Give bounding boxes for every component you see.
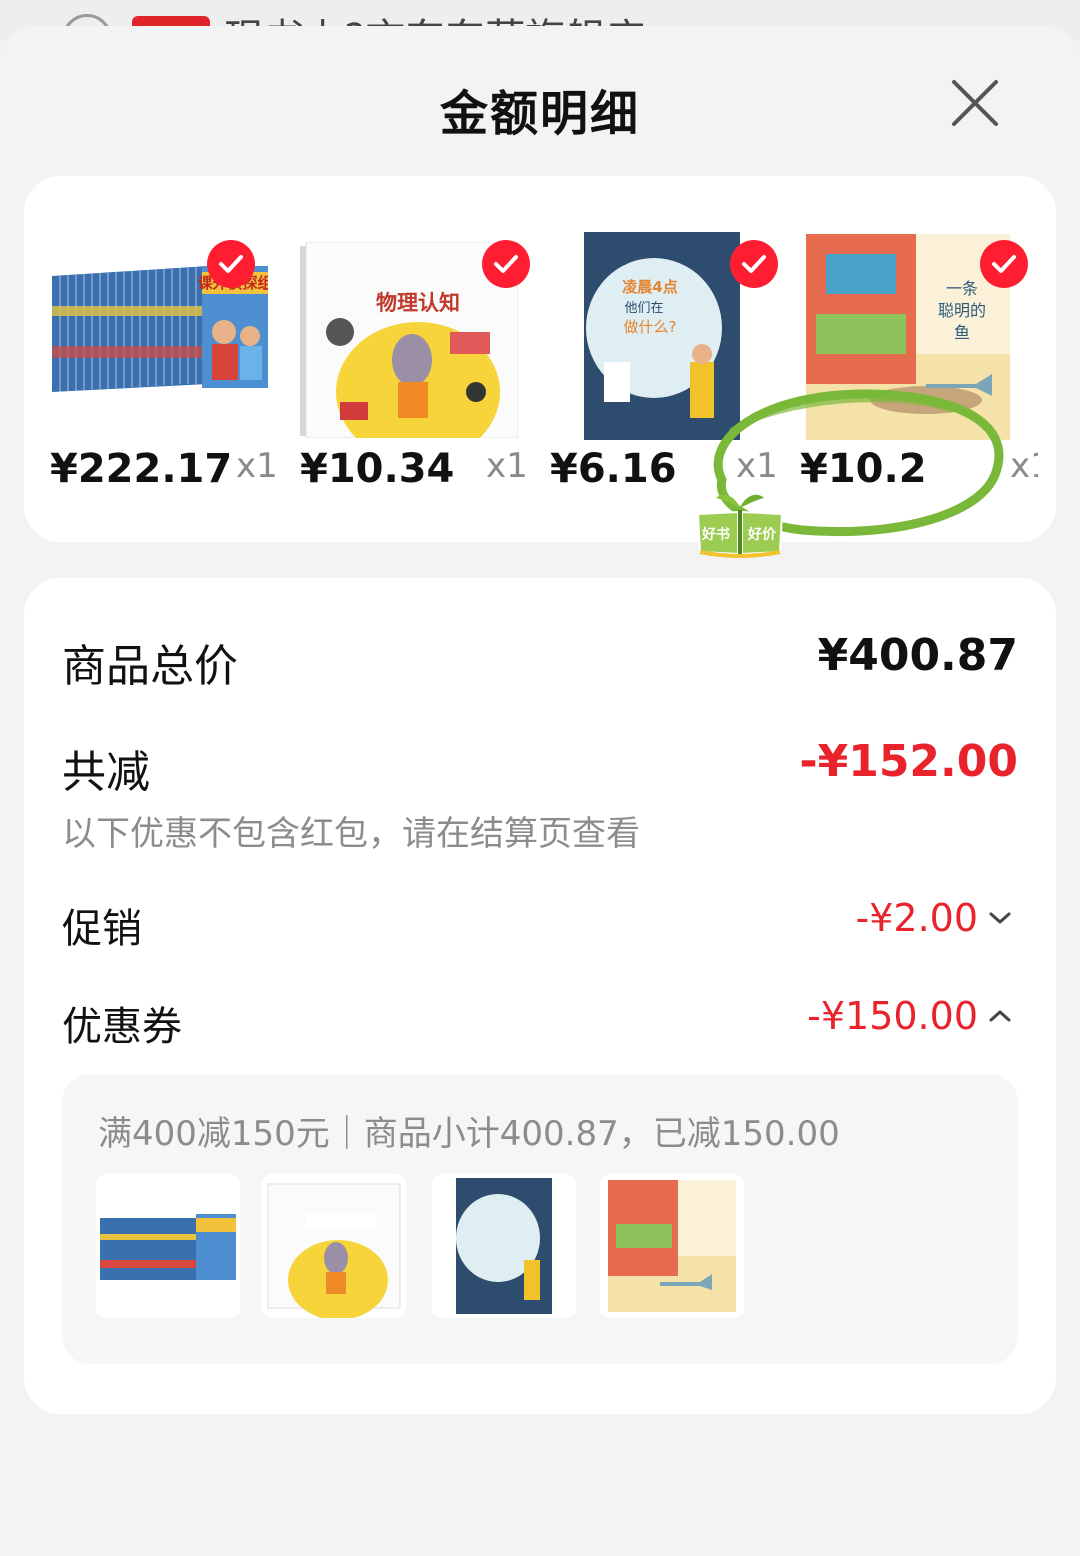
product-price: ¥10.34	[300, 446, 455, 492]
product-image: 课外侦探组	[52, 266, 268, 392]
total-discount-label: 共减	[62, 747, 150, 798]
svg-text:凌晨4点: 凌晨4点	[622, 278, 677, 296]
amount-detail-sheet: 金额明细 ¥222.17 x1 物理认知 ¥10.34 x1 凌晨4点 他们在 …	[0, 26, 1080, 1556]
product-quantity: x1	[236, 446, 278, 486]
chevron-up-icon	[989, 1010, 1011, 1022]
promotion-value: -¥2.00	[855, 896, 979, 940]
coupon-detail-panel: 满400减150元｜商品小计400.87，已减150.00	[62, 1074, 1018, 1364]
total-price-label: 商品总价	[62, 641, 238, 692]
promotion-row-toggle[interactable]: -¥2.00	[856, 896, 1013, 940]
svg-text:做什么?: 做什么?	[624, 318, 677, 336]
watermark-right-text: 好价	[748, 527, 776, 543]
svg-text:鱼: 鱼	[954, 323, 970, 342]
total-price-value: ¥400.87	[817, 630, 1018, 681]
book-sprout-icon	[696, 494, 784, 558]
discount-note: 以下优惠不包含红包，请在结算页查看	[62, 814, 640, 854]
coupon-product-thumbnail[interactable]	[262, 1174, 406, 1318]
selected-check-icon[interactable]	[980, 240, 1028, 288]
watermark-book-logo: 好书 好价	[694, 486, 786, 558]
selected-check-icon[interactable]	[730, 240, 778, 288]
svg-text:一条: 一条	[946, 279, 978, 298]
product-list-card: 课外侦探组 ¥222.17 x1 物理认知	[24, 176, 1056, 558]
svg-text:他们在: 他们在	[624, 301, 663, 316]
total-discount-value: -¥152.00	[799, 736, 1018, 787]
coupon-product-thumbnail[interactable]	[600, 1174, 744, 1318]
coupon-product-thumbnail[interactable]	[96, 1174, 240, 1318]
coupon-product-thumbnail[interactable]	[432, 1174, 576, 1318]
product-quantity: x1	[486, 446, 528, 486]
svg-text:聪明的: 聪明的	[938, 301, 986, 320]
selected-check-icon[interactable]	[207, 240, 255, 288]
product-thumbnail-image	[267, 1183, 401, 1318]
promotion-label: 促销	[62, 906, 142, 952]
coupon-rule-text: 满400减150元｜商品小计400.87，已减150.00	[98, 1114, 840, 1154]
chevron-down-icon	[989, 912, 1011, 924]
selected-check-icon[interactable]	[482, 240, 530, 288]
product-thumbnail-image	[608, 1180, 736, 1312]
price-summary-card: 商品总价 ¥400.87 共减 -¥152.00 以下优惠不包含红包，请在结算页…	[24, 578, 1056, 1414]
product-item[interactable]: 课外侦探组 ¥222.17 x1	[24, 176, 278, 542]
coupon-row-toggle[interactable]: -¥150.00	[807, 994, 1012, 1038]
product-thumbnail-image	[456, 1178, 552, 1314]
coupon-value: -¥150.00	[807, 994, 978, 1038]
svg-text:物理认知: 物理认知	[376, 291, 460, 315]
product-price: ¥222.17	[50, 446, 233, 492]
watermark-left-text: 好书	[702, 527, 730, 543]
product-price: ¥6.16	[550, 446, 677, 492]
product-item[interactable]: 物理认知 ¥10.34 x1	[274, 176, 530, 542]
coupon-label: 优惠券	[62, 1004, 182, 1050]
product-thumbnail-image	[100, 1214, 236, 1280]
sheet-title: 金额明细	[439, 86, 640, 142]
close-icon[interactable]	[948, 76, 1002, 130]
